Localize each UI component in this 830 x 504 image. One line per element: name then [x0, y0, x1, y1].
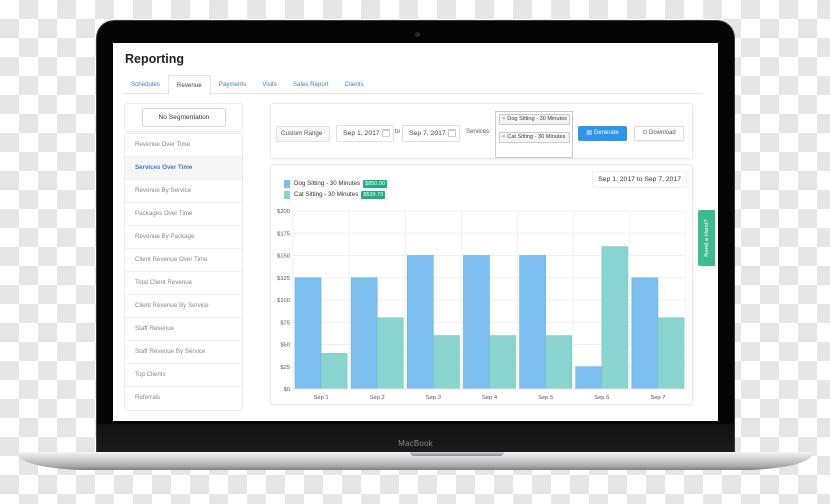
legend-swatch: [284, 190, 290, 199]
start-date-input[interactable]: Sep 1, 2017: [336, 125, 394, 142]
sidebar-item-revenue-over-time[interactable]: Revenue Over Time: [125, 134, 242, 157]
x-tick-label: Sep 2: [370, 395, 385, 401]
sidebar-item-staff-revenue-by-service[interactable]: Staff Revenue By Service: [125, 341, 242, 364]
remove-tag-icon[interactable]: ×: [502, 116, 505, 122]
x-tick-label: Sep 4: [482, 395, 498, 401]
brand-label: MacBook: [398, 439, 433, 448]
y-tick-label: $50: [280, 343, 290, 349]
bar-dog-sitting: [350, 277, 378, 390]
date-range-badge: Sep 1, 2017 to Sep 7, 2017: [592, 171, 687, 188]
bar-dog-sitting: [463, 255, 490, 390]
tab-sales-report[interactable]: Sales Report: [285, 75, 337, 94]
bar-dog-sitting: [575, 366, 603, 390]
generate-button[interactable]: ▤ Generate: [578, 126, 627, 141]
sidebar-item-revenue-by-service[interactable]: Revenue By Service: [125, 180, 242, 203]
chart-legend: Dog Sitting - 30 Minutes $850.00 Cat Sitti…: [284, 178, 387, 200]
chart-panel: $0 $25 $50 $75 $100 $125 $150 $175 $200 Sep 1 Sep …: [270, 164, 693, 405]
download-icon: ⊙: [642, 130, 648, 136]
x-tick-label: Sep 1: [313, 395, 328, 401]
sidebar-item-staff-revenue[interactable]: Staff Revenue: [125, 318, 242, 341]
y-tick-label: $150: [277, 254, 290, 260]
sidebar-item-services-over-time[interactable]: Services Over Time: [125, 157, 242, 180]
to-label: to: [395, 129, 401, 135]
sidebar-item-client-revenue-by-service[interactable]: Client Revenue By Service: [125, 295, 242, 318]
tab-clients[interactable]: Clients: [337, 75, 372, 94]
app-screen: Reporting Schedules Revenue Payments Visits…: [113, 43, 718, 421]
need-a-hand-tab[interactable]: Need a Hand?: [698, 210, 715, 266]
tab-schedules[interactable]: Schedules: [123, 75, 168, 94]
y-tick-label: $0: [284, 387, 290, 393]
generate-label: Generate: [593, 130, 619, 136]
bar-cat-sitting: [601, 246, 629, 390]
service-tag: × Cat Sitting - 30 Minutes: [499, 132, 570, 143]
y-tick-label: $75: [280, 320, 290, 326]
download-button[interactable]: ⊙ Download: [634, 126, 684, 141]
legend-item[interactable]: Cat Sitting - 30 Minutes $539.73: [284, 189, 387, 200]
range-type-select[interactable]: Custom Range: [276, 126, 330, 142]
bar-dog-sitting: [294, 277, 322, 390]
y-tick-label: $200: [277, 209, 290, 215]
x-tick-label: Sep 6: [594, 395, 609, 401]
segmentation-select[interactable]: No Segmentation: [142, 108, 226, 127]
legend-label: Dog Sitting - 30 Minutes: [294, 180, 361, 187]
bar-cat-sitting: [376, 317, 404, 390]
sidebar-item-top-clients[interactable]: Top Clients: [125, 364, 242, 387]
camera-icon: [415, 32, 420, 37]
end-date-value: Sep 7, 2017: [409, 130, 446, 137]
sidebar-item-total-client-revenue[interactable]: Total Client Revenue: [125, 272, 242, 295]
y-tick-label: $125: [277, 276, 290, 282]
y-tick-label: $175: [277, 231, 290, 237]
bar-cat-sitting: [433, 335, 460, 390]
tab-visits[interactable]: Visits: [254, 75, 285, 94]
sidebar-item-revenue-by-package[interactable]: Revenue By Package: [125, 226, 242, 249]
remove-tag-icon[interactable]: ×: [502, 134, 505, 140]
services-multiselect[interactable]: × Dog Sitting - 30 Minutes × Cat Sitting -…: [495, 111, 573, 158]
bar-cat-sitting: [320, 353, 348, 390]
bar-chart: $0 $25 $50 $75 $100 $125 $150 $175 $200 Sep 1 Sep …: [277, 209, 687, 401]
report-tabs: Schedules Revenue Payments Visits Sales Repo…: [123, 75, 702, 95]
service-tag-label: Cat Sitting - 30 Minutes: [507, 134, 566, 140]
services-label: Services:: [466, 129, 491, 135]
page-title: Reporting: [125, 52, 185, 66]
service-tag: × Dog Sitting - 30 Minutes: [499, 114, 570, 125]
bar-dog-sitting: [406, 255, 434, 390]
tab-revenue[interactable]: Revenue: [167, 75, 211, 95]
sidebar-item-client-revenue-over-time[interactable]: Client Revenue Over Time: [125, 249, 242, 272]
y-tick-label: $25: [280, 365, 290, 371]
service-tag-label: Dog Sitting - 30 Minutes: [507, 116, 567, 122]
calendar-icon[interactable]: [382, 129, 390, 137]
bar-cat-sitting: [657, 317, 685, 390]
report-type-menu: Revenue Over Time Services Over Time Reven…: [124, 133, 243, 411]
chart-icon: ▤: [586, 130, 592, 136]
bar-dog-sitting: [631, 277, 659, 390]
download-label: Download: [649, 130, 676, 136]
x-tick-label: Sep 5: [538, 395, 553, 401]
legend-label: Cat Sitting - 30 Minutes: [294, 191, 359, 198]
bar-cat-sitting: [545, 335, 573, 390]
tab-payments[interactable]: Payments: [211, 75, 255, 94]
bar-dog-sitting: [519, 255, 546, 390]
segmentation-box: No Segmentation: [124, 103, 243, 132]
y-tick-label: $100: [277, 298, 290, 304]
filter-panel: Custom Range Sep 1, 2017 to Sep 7, 2017 …: [270, 103, 693, 159]
end-date-input[interactable]: Sep 7, 2017: [402, 125, 460, 142]
start-date-value: Sep 1, 2017: [343, 130, 380, 137]
sidebar-item-referrals[interactable]: Referrals: [125, 387, 242, 410]
sidebar-item-packages-over-time[interactable]: Packages Over Time: [125, 203, 242, 226]
help-tab-label: Need a Hand?: [703, 219, 710, 257]
x-tick-label: Sep 7: [650, 395, 665, 401]
legend-total-badge: $539.73: [361, 190, 386, 199]
legend-total-badge: $850.00: [363, 179, 387, 188]
legend-item[interactable]: Dog Sitting - 30 Minutes $850.00: [284, 178, 387, 189]
legend-swatch: [284, 179, 290, 188]
bar-cat-sitting: [489, 335, 516, 390]
x-tick-label: Sep 3: [426, 395, 441, 401]
calendar-icon[interactable]: [448, 129, 456, 137]
